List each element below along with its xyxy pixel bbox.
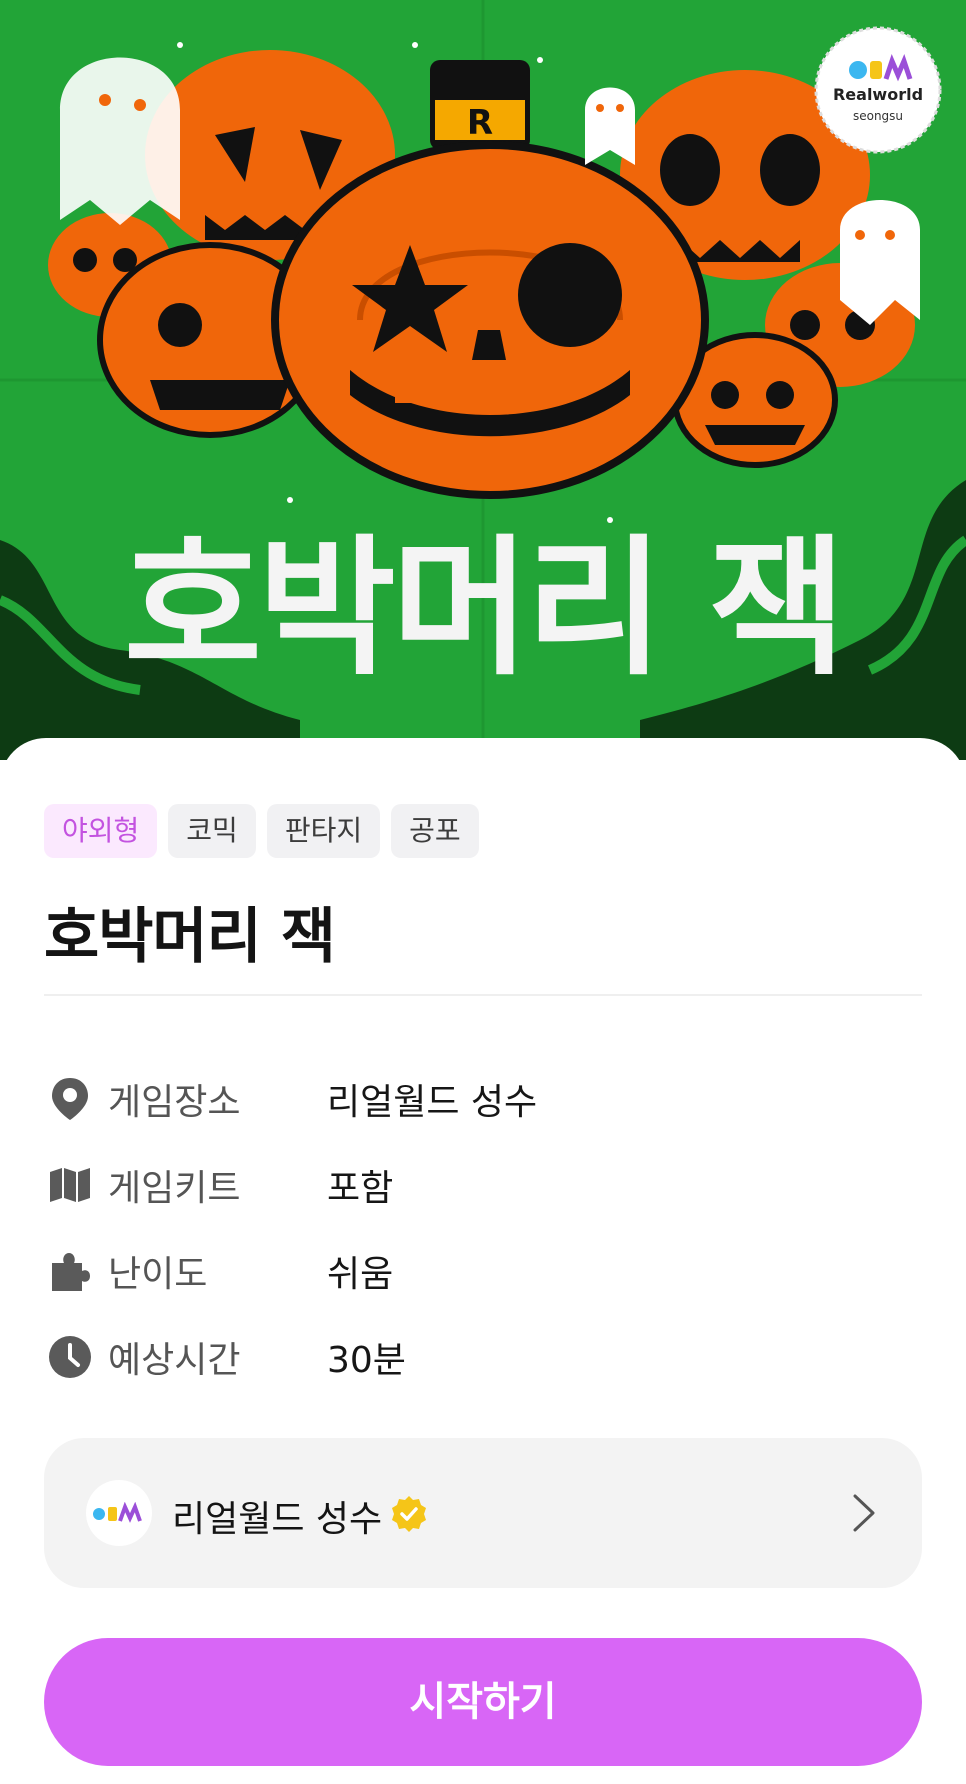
info-row-location: 게임장소 리얼월드 성수 — [44, 1056, 922, 1142]
info-value: 포함 — [327, 1168, 394, 1209]
tag-comic: 코믹 — [168, 804, 256, 858]
info-label: 난이도 — [108, 1254, 208, 1295]
venue-name: 리얼월드 성수 — [172, 1499, 383, 1540]
info-label: 게임키트 — [108, 1168, 241, 1209]
hero-banner: R Realworld seongsu 호박머리 잭 — [0, 0, 966, 760]
verified-badge-icon — [390, 1495, 428, 1537]
realworld-badge: Realworld seongsu — [814, 26, 942, 154]
start-button[interactable]: 시작하기 — [44, 1638, 922, 1766]
info-row-kit: 게임키트 포함 — [44, 1142, 922, 1228]
hero-artwork: R Realworld seongsu 호박머리 잭 — [0, 0, 966, 760]
info-label: 예상시간 — [108, 1340, 241, 1381]
game-title: 호박머리 잭 — [44, 902, 336, 972]
ghost-left — [60, 57, 180, 225]
detail-sheet: 야외형 코믹 판타지 공포 호박머리 잭 게임장소 리얼월드 성수 게임키트 포… — [0, 738, 966, 1784]
game-info-list: 게임장소 리얼월드 성수 게임키트 포함 난이도 쉬움 예상시간 30분 — [44, 1056, 922, 1400]
chevron-right-icon — [852, 1493, 876, 1537]
tag-list: 야외형 코믹 판타지 공포 — [44, 804, 479, 858]
clock-icon — [44, 1331, 96, 1383]
info-label: 게임장소 — [108, 1082, 241, 1123]
badge-brand: Realworld — [833, 85, 923, 104]
realworld-logo-icon — [93, 1502, 142, 1523]
info-value: 쉬움 — [327, 1254, 394, 1295]
info-row-time: 예상시간 30분 — [44, 1314, 922, 1400]
location-pin-icon — [44, 1073, 96, 1125]
tag-outdoor: 야외형 — [44, 804, 158, 858]
info-value: 30분 — [327, 1340, 406, 1381]
svg-text:R: R — [467, 103, 493, 143]
puzzle-icon — [44, 1245, 96, 1297]
hero-title-art: 호박머리 잭 — [124, 522, 842, 696]
venue-card[interactable]: 리얼월드 성수 — [44, 1438, 922, 1588]
info-row-difficulty: 난이도 쉬움 — [44, 1228, 922, 1314]
venue-avatar — [86, 1480, 152, 1546]
tag-horror: 공포 — [391, 804, 479, 858]
badge-location: seongsu — [853, 109, 903, 123]
ghost-right — [840, 200, 920, 325]
info-value: 리얼월드 성수 — [327, 1082, 538, 1123]
divider — [44, 994, 922, 996]
tag-fantasy: 판타지 — [266, 804, 381, 858]
map-icon — [44, 1159, 96, 1211]
